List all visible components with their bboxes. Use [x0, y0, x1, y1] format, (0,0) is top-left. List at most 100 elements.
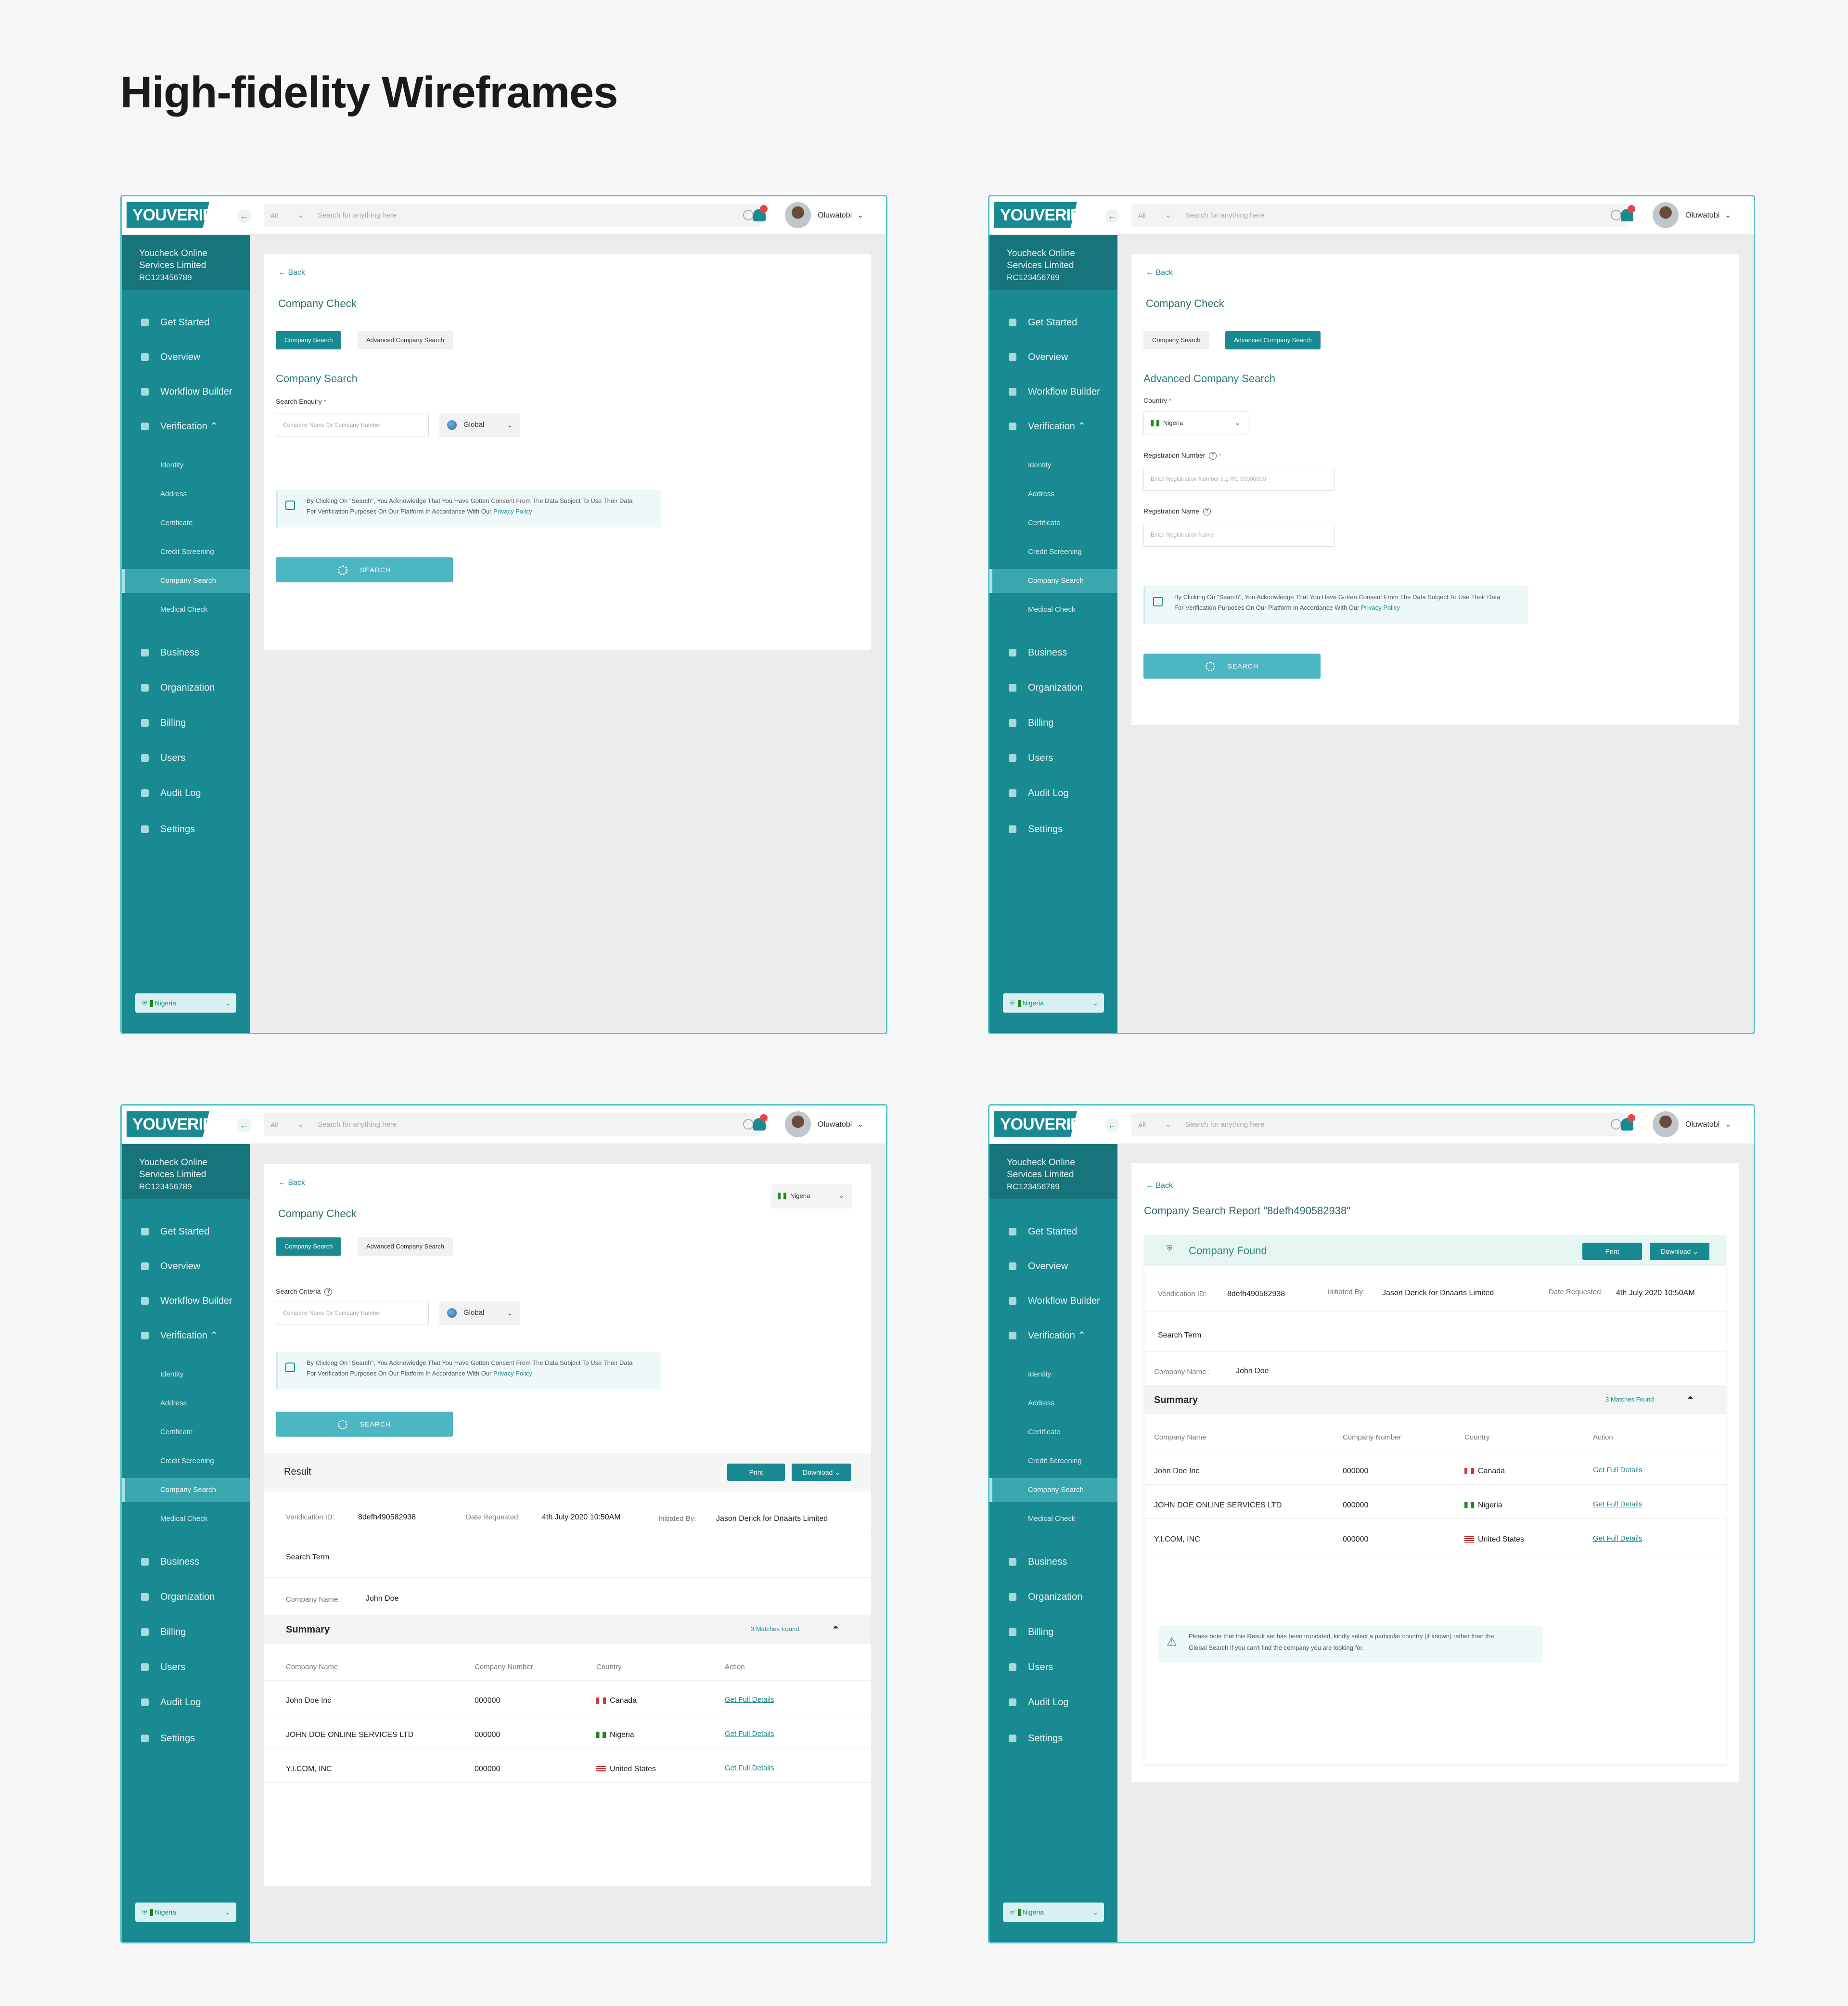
sidebar-subitem-identity[interactable]: Identity: [122, 453, 250, 477]
back-link[interactable]: ← Back: [1146, 269, 1173, 277]
sidebar-item-get-started[interactable]: Get Started: [989, 310, 1117, 335]
chevron-up-icon[interactable]: ⌃: [1075, 421, 1086, 432]
user-name[interactable]: Oluwatobi: [1685, 1106, 1720, 1144]
back-link[interactable]: ← Back: [278, 1179, 305, 1187]
country-selector[interactable]: ⛨ Nigeria ⌄: [135, 993, 236, 1013]
avatar[interactable]: [785, 202, 811, 228]
company-name-input[interactable]: Company Name Or Company Number: [276, 413, 429, 437]
sidebar-item-verification[interactable]: Verification ⌃: [122, 1323, 250, 1348]
sidebar-item-audit-log[interactable]: Audit Log: [989, 1690, 1117, 1715]
sidebar-item-overview[interactable]: Overview: [989, 1254, 1117, 1279]
privacy-policy-link[interactable]: Privacy Policy: [493, 508, 532, 515]
get-full-details-link[interactable]: Get Full Details: [725, 1730, 774, 1738]
country-selector[interactable]: ⛨ Nigeria ⌄: [1003, 993, 1104, 1013]
search-button[interactable]: SEARCH: [1143, 654, 1321, 679]
sidebar-subitem-company-search[interactable]: Company Search: [122, 1478, 250, 1502]
summary-bar[interactable]: Summary 3 Matches Found ⏶: [264, 1615, 871, 1644]
sidebar-subitem-address[interactable]: Address: [122, 1391, 250, 1415]
sidebar-item-overview[interactable]: Overview: [122, 345, 250, 370]
sidebar-subitem-medical-check[interactable]: Medical Check: [122, 598, 250, 622]
summary-bar[interactable]: Summary 3 Matches Found ⏶: [1144, 1385, 1726, 1414]
get-full-details-link[interactable]: Get Full Details: [1593, 1500, 1643, 1508]
youverify-logo[interactable]: YOUVERIFY: [127, 202, 209, 228]
sidebar-subitem-address[interactable]: Address: [989, 482, 1117, 506]
sidebar-subitem-certificate[interactable]: Certificate: [122, 511, 250, 535]
sidebar-subitem-company-search[interactable]: Company Search: [122, 569, 250, 593]
avatar[interactable]: [1653, 1111, 1679, 1137]
download-button[interactable]: Download ⌄: [792, 1464, 851, 1481]
sidebar-item-verification[interactable]: Verification ⌃: [122, 414, 250, 439]
avatar[interactable]: [1653, 202, 1679, 228]
consent-checkbox[interactable]: [1153, 597, 1163, 606]
back-link[interactable]: ← Back: [1146, 1182, 1173, 1190]
search-button[interactable]: SEARCH: [276, 1412, 453, 1437]
sidebar-item-organization[interactable]: Organization: [122, 675, 250, 700]
youverify-logo[interactable]: YOUVERIFY: [994, 202, 1077, 228]
youverify-logo[interactable]: YOUVERIFY: [127, 1111, 209, 1137]
print-button[interactable]: Print: [727, 1464, 785, 1481]
sidebar-subitem-company-search[interactable]: Company Search: [989, 1478, 1117, 1502]
sidebar-subitem-certificate[interactable]: Certificate: [122, 1420, 250, 1444]
back-arrow-icon[interactable]: ←: [237, 1118, 252, 1132]
country-select[interactable]: Nigeria ⌄: [771, 1184, 852, 1209]
user-name[interactable]: Oluwatobi: [818, 1106, 852, 1144]
sidebar-subitem-credit-screening[interactable]: Credit Screening: [122, 1449, 250, 1473]
registration-number-input[interactable]: Enter Registration Number e.g RC 0000000…: [1143, 467, 1335, 491]
sidebar-subitem-identity[interactable]: Identity: [989, 453, 1117, 477]
search-input[interactable]: Search for anything here: [318, 204, 397, 227]
sidebar-subitem-company-search[interactable]: Company Search: [989, 569, 1117, 593]
help-icon[interactable]: ?: [1203, 508, 1211, 516]
sidebar-item-users[interactable]: Users: [122, 746, 250, 771]
sidebar-subitem-identity[interactable]: Identity: [122, 1363, 250, 1387]
country-select[interactable]: Nigeria ⌄: [1143, 411, 1248, 435]
sidebar-item-organization[interactable]: Organization: [989, 1584, 1117, 1609]
global-search-bar[interactable]: All ⌄ Search for anything here: [264, 204, 760, 227]
tab-advanced-company-search[interactable]: Advanced Company Search: [358, 331, 453, 349]
get-full-details-link[interactable]: Get Full Details: [1593, 1534, 1643, 1543]
search-scope-select[interactable]: All: [1138, 1113, 1146, 1136]
sidebar-item-overview[interactable]: Overview: [122, 1254, 250, 1279]
global-search-bar[interactable]: All ⌄ Search for anything here: [1131, 1113, 1628, 1136]
chevron-up-icon[interactable]: ⏶: [833, 1623, 839, 1632]
sidebar-item-settings[interactable]: Settings: [989, 1726, 1117, 1751]
back-link[interactable]: ← Back: [278, 269, 305, 277]
chevron-down-icon[interactable]: ⌄: [857, 1106, 863, 1144]
sidebar-item-business[interactable]: Business: [989, 1549, 1117, 1574]
sidebar-item-users[interactable]: Users: [989, 1655, 1117, 1680]
sidebar-item-audit-log[interactable]: Audit Log: [989, 781, 1117, 806]
sidebar-subitem-credit-screening[interactable]: Credit Screening: [989, 1449, 1117, 1473]
tab-advanced-company-search[interactable]: Advanced Company Search: [358, 1237, 453, 1256]
search-icon[interactable]: [743, 210, 754, 220]
user-name[interactable]: Oluwatobi: [818, 196, 852, 235]
sidebar-item-settings[interactable]: Settings: [122, 817, 250, 842]
chevron-down-icon[interactable]: ⌄: [857, 196, 863, 235]
sidebar-item-organization[interactable]: Organization: [989, 675, 1117, 700]
back-arrow-icon[interactable]: ←: [1105, 209, 1119, 223]
get-full-details-link[interactable]: Get Full Details: [725, 1764, 774, 1772]
download-button[interactable]: Download ⌄: [1650, 1243, 1709, 1260]
sidebar-item-settings[interactable]: Settings: [989, 817, 1117, 842]
back-arrow-icon[interactable]: ←: [1105, 1118, 1119, 1132]
tab-company-search[interactable]: Company Search: [276, 1237, 342, 1256]
sidebar-item-verification[interactable]: Verification ⌃: [989, 1323, 1117, 1348]
global-search-bar[interactable]: All ⌄ Search for anything here: [264, 1113, 760, 1136]
sidebar-item-workflow-builder[interactable]: Workflow Builder: [122, 1288, 250, 1313]
search-scope-select[interactable]: All: [270, 204, 278, 227]
sidebar-item-users[interactable]: Users: [989, 746, 1117, 771]
search-icon[interactable]: [743, 1119, 754, 1130]
sidebar-item-business[interactable]: Business: [989, 640, 1117, 665]
chevron-down-icon[interactable]: ⌄: [1165, 204, 1171, 227]
privacy-policy-link[interactable]: Privacy Policy: [493, 1370, 532, 1377]
search-button[interactable]: SEARCH: [276, 557, 453, 582]
sidebar-subitem-address[interactable]: Address: [989, 1391, 1117, 1415]
user-name[interactable]: Oluwatobi: [1685, 196, 1720, 235]
sidebar-subitem-medical-check[interactable]: Medical Check: [989, 1507, 1117, 1531]
sidebar-item-audit-log[interactable]: Audit Log: [122, 1690, 250, 1715]
search-icon[interactable]: [1611, 210, 1621, 220]
sidebar-subitem-credit-screening[interactable]: Credit Screening: [122, 540, 250, 564]
sidebar-item-business[interactable]: Business: [122, 640, 250, 665]
get-full-details-link[interactable]: Get Full Details: [1593, 1466, 1643, 1474]
search-input[interactable]: Search for anything here: [1185, 204, 1264, 227]
sidebar-subitem-certificate[interactable]: Certificate: [989, 1420, 1117, 1444]
youverify-logo[interactable]: YOUVERIFY: [994, 1111, 1077, 1137]
